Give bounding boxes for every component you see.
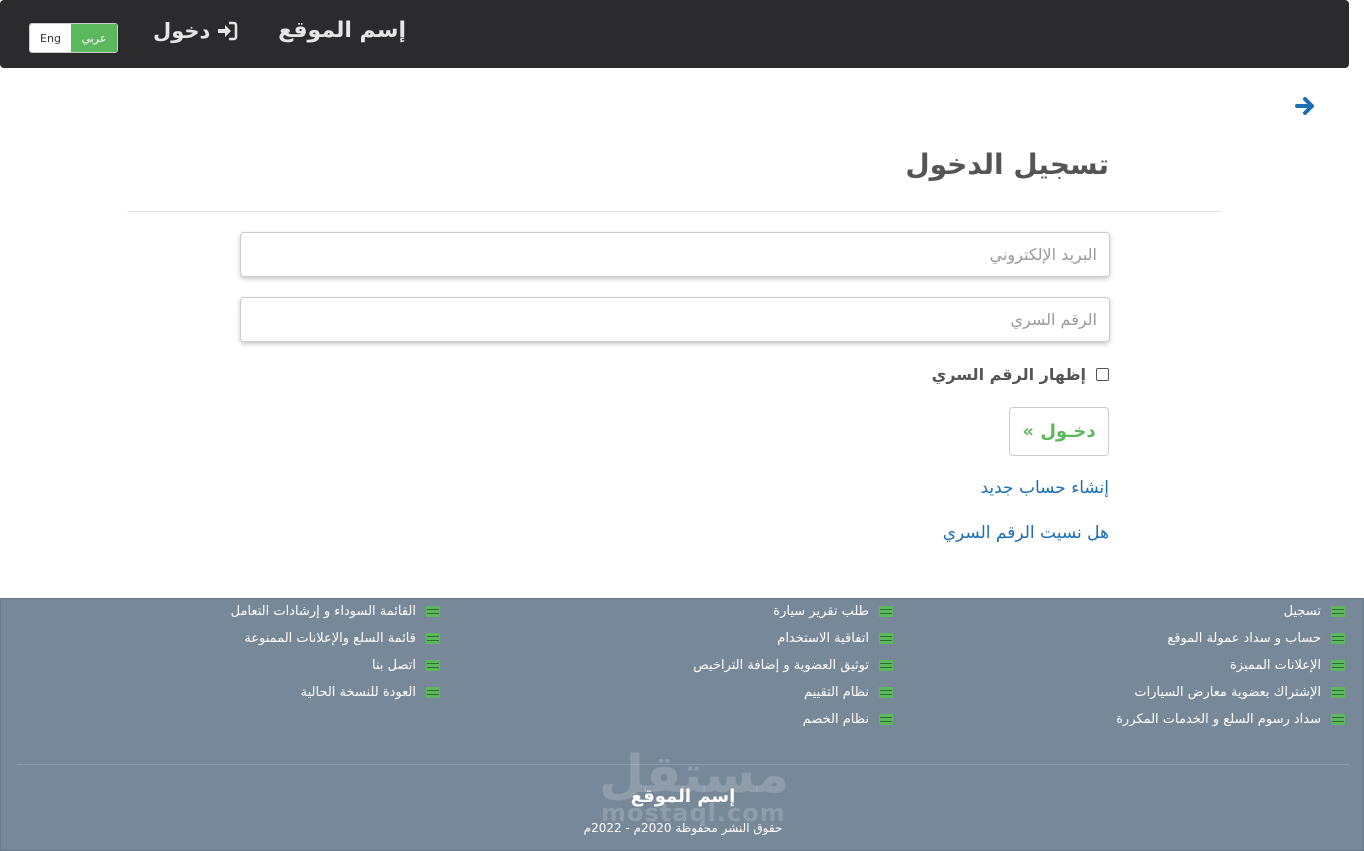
footer-link[interactable]: العودة للنسخة الحالية xyxy=(301,685,440,700)
lang-arabic-option[interactable]: عربي xyxy=(71,24,117,52)
footer-link[interactable]: سداد رسوم السلع و الخدمات المكررة xyxy=(1116,712,1345,727)
list-icon xyxy=(1331,714,1345,725)
show-password-checkbox[interactable] xyxy=(1096,368,1109,381)
title-divider xyxy=(127,211,1222,212)
login-nav-link[interactable]: دخول xyxy=(153,19,238,43)
forgot-password-link[interactable]: هل نسيت الرقم السري xyxy=(943,523,1109,543)
footer-link[interactable]: اتفاقية الاستخدام xyxy=(777,631,893,646)
list-icon xyxy=(426,606,440,617)
site-brand[interactable]: إسم الموقع xyxy=(278,18,406,43)
language-switch[interactable]: Eng عربي xyxy=(29,23,118,53)
register-link[interactable]: إنشاء حساب جديد xyxy=(980,478,1109,498)
footer-link[interactable]: القائمة السوداء و إرشادات التعامل xyxy=(231,604,440,619)
footer-brand: إسم الموقع xyxy=(630,786,736,807)
footer-link[interactable]: قائمة السلع والإعلانات الممنوعة xyxy=(244,631,440,646)
top-navbar: إسم الموقع دخول Eng عربي xyxy=(0,0,1349,68)
footer-link[interactable]: حساب و سداد عمولة الموقع xyxy=(1167,631,1345,646)
email-input[interactable]: البريد الإلكتروني xyxy=(240,232,1110,277)
footer-link[interactable]: توثيق العضوية و إضافة التراخيص xyxy=(693,658,893,673)
list-icon xyxy=(1331,660,1345,671)
footer-link[interactable]: تسجيل xyxy=(1284,604,1345,619)
login-nav-label: دخول xyxy=(153,19,211,43)
footer-link[interactable]: طلب تقرير سيارة xyxy=(773,604,893,619)
site-footer: تسجيل حساب و سداد عمولة الموقع الإعلانات… xyxy=(0,598,1364,851)
show-password-label: إظهار الرقم السري xyxy=(931,365,1086,384)
password-input[interactable]: الرقم السري xyxy=(240,297,1110,342)
list-icon xyxy=(426,660,440,671)
sign-in-icon xyxy=(218,21,238,41)
list-icon xyxy=(426,687,440,698)
list-icon xyxy=(879,687,893,698)
footer-link[interactable]: اتصل بنا xyxy=(372,658,440,673)
list-icon xyxy=(1331,633,1345,644)
list-icon xyxy=(879,714,893,725)
copyright-text: حقوق النشر محفوظة 2020م - 2022م xyxy=(583,821,783,835)
list-icon xyxy=(879,606,893,617)
footer-link[interactable]: نظام الخصم xyxy=(803,712,893,727)
show-password-toggle[interactable]: إظهار الرقم السري xyxy=(932,365,1109,384)
list-icon xyxy=(1331,687,1345,698)
footer-link[interactable]: الإعلانات المميزة xyxy=(1230,658,1345,673)
list-icon xyxy=(879,633,893,644)
list-icon xyxy=(1331,606,1345,617)
footer-link[interactable]: نظام التقييم xyxy=(804,685,893,700)
list-icon xyxy=(426,633,440,644)
list-icon xyxy=(879,660,893,671)
login-submit-button[interactable]: دخـول » xyxy=(1009,407,1109,456)
lang-english-option[interactable]: Eng xyxy=(30,24,71,52)
arrow-right-icon[interactable] xyxy=(1294,95,1316,117)
footer-link[interactable]: الإشتراك بعضوية معارض السيارات xyxy=(1134,685,1345,700)
page-title: تسجيل الدخول xyxy=(905,148,1109,181)
